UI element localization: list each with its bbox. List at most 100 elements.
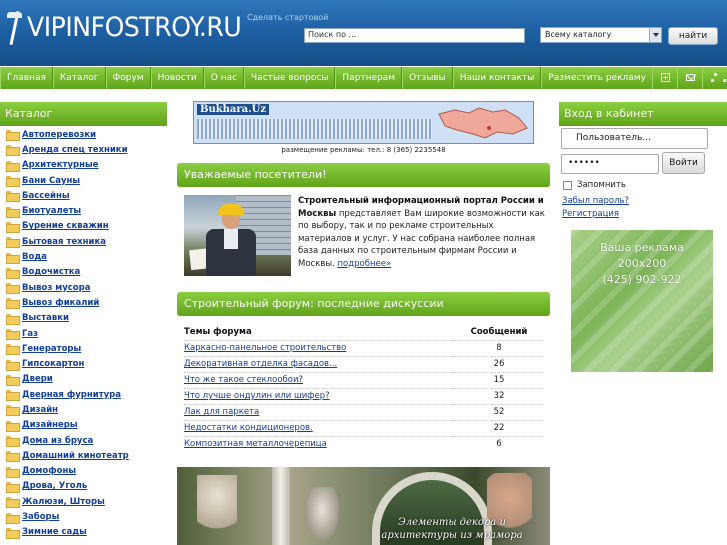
- nav-item-advertise[interactable]: Разместить рекламу: [541, 67, 653, 89]
- nav-item-about[interactable]: О нас: [203, 67, 245, 89]
- search-button[interactable]: найти: [668, 27, 718, 45]
- catalog-item-label[interactable]: Дверная фурнитура: [22, 390, 121, 400]
- forum-topic-link[interactable]: Что же такое стеклообои?: [184, 375, 303, 385]
- catalog-item-label[interactable]: Гипсокартон: [22, 359, 84, 369]
- catalog-item-label[interactable]: Вывоз фикалий: [22, 298, 99, 308]
- folder-icon: [6, 527, 20, 539]
- catalog-item[interactable]: Домашний кинотеатр: [0, 448, 167, 463]
- catalog-item-label[interactable]: Домашний кинотеатр: [22, 451, 129, 461]
- catalog-item-label[interactable]: Газ: [22, 329, 38, 339]
- catalog-item-label[interactable]: Вода: [22, 252, 47, 262]
- catalog-item-label[interactable]: Дрова, Уголь: [22, 481, 87, 491]
- folder-icon: [6, 221, 20, 233]
- catalog-item-label[interactable]: Генераторы: [22, 344, 81, 354]
- nav-item-home[interactable]: Главная: [0, 67, 53, 89]
- nav-item-contacts[interactable]: Наши контакты: [452, 67, 542, 89]
- make-start-page-link[interactable]: Сделать стартовой: [247, 13, 328, 22]
- catalog-item-label[interactable]: Вывоз мусора: [22, 283, 90, 293]
- catalog-item[interactable]: Дизайнеры: [0, 418, 167, 433]
- catalog-item[interactable]: Автоперевозки: [0, 127, 167, 142]
- catalog-item[interactable]: Дрова, Уголь: [0, 479, 167, 494]
- nav-item-faq[interactable]: Частые вопросы: [244, 67, 336, 89]
- nav-item-forum[interactable]: Форум: [105, 67, 151, 89]
- catalog-item[interactable]: Биотуалеты: [0, 203, 167, 218]
- catalog-item[interactable]: Дома из бруса: [0, 433, 167, 448]
- sitemap-icon[interactable]: [702, 67, 727, 89]
- forum-topic-link[interactable]: Недостатки кондиционеров.: [184, 423, 313, 433]
- catalog-item-label[interactable]: Дизайнеры: [22, 420, 78, 430]
- catalog-item[interactable]: Вывоз фикалий: [0, 295, 167, 310]
- search-scope-select[interactable]: Всему каталогу: [540, 27, 662, 43]
- catalog-item[interactable]: Бани Сауны: [0, 173, 167, 188]
- catalog-item-label[interactable]: Водочистка: [22, 267, 80, 277]
- remember-checkbox[interactable]: [563, 180, 572, 190]
- catalog-item-label[interactable]: Аренда спец техники: [22, 145, 128, 155]
- mail-icon[interactable]: [677, 67, 702, 89]
- catalog-item[interactable]: Архитектурные: [0, 158, 167, 173]
- folder-icon: [6, 252, 20, 264]
- catalog-item[interactable]: Дверная фурнитура: [0, 387, 167, 402]
- header: VIPINFOSTROY.RU Сделать стартовой Поиск …: [0, 0, 727, 66]
- forgot-password-link[interactable]: Забыл пароль?: [562, 196, 629, 206]
- catalog-item[interactable]: Выставки: [0, 311, 167, 326]
- catalog-item[interactable]: Вывоз мусора: [0, 280, 167, 295]
- catalog-item-label[interactable]: Жалюзи, Шторы: [22, 497, 105, 507]
- catalog-item-label[interactable]: Бани Сауны: [22, 176, 80, 186]
- catalog-item[interactable]: Водочистка: [0, 265, 167, 280]
- forum-topic-link[interactable]: Лак для паркета: [184, 407, 259, 417]
- login-button[interactable]: Войти: [662, 152, 705, 174]
- forum-topic-link[interactable]: Что лучше ондулин или шифер?: [184, 391, 330, 401]
- catalog-item-label[interactable]: Дизайн: [22, 405, 58, 415]
- password-input[interactable]: ••••••: [561, 154, 659, 174]
- forum-topic-link[interactable]: Композитная металлочерепица: [184, 439, 327, 449]
- catalog-item[interactable]: Аренда спец техники: [0, 142, 167, 157]
- folder-icon: [6, 160, 20, 172]
- catalog-item[interactable]: Дизайн: [0, 402, 167, 417]
- catalog-item-label[interactable]: Двери: [22, 374, 53, 384]
- catalog-item[interactable]: Двери: [0, 372, 167, 387]
- top-ad-banner[interactable]: Bukhara.Uz: [193, 101, 534, 144]
- catalog-item-label[interactable]: Архитектурные: [22, 160, 98, 170]
- catalog-item-label[interactable]: Биотуалеты: [22, 206, 81, 216]
- catalog-item-label[interactable]: Бытовая техника: [22, 237, 106, 247]
- nav-item-news[interactable]: Новости: [150, 67, 204, 89]
- builder-photo: [184, 195, 291, 276]
- catalog-item[interactable]: Гипсокартон: [0, 356, 167, 371]
- catalog-item[interactable]: Домофоны: [0, 464, 167, 479]
- username-input[interactable]: Пользователь...: [561, 128, 708, 149]
- catalog-item-label[interactable]: Автоперевозки: [22, 130, 96, 140]
- site-logo[interactable]: VIPINFOSTROY.RU: [4, 6, 257, 48]
- right-ad-banner[interactable]: Ваша реклама 200x200 (425) 902-922: [571, 230, 713, 372]
- catalog-item-label[interactable]: Бассейны: [22, 191, 70, 201]
- nav-item-partners[interactable]: Партнерам: [335, 67, 403, 89]
- catalog-item[interactable]: Заборы: [0, 509, 167, 524]
- nav-item-catalog[interactable]: Каталог: [52, 67, 106, 89]
- catalog-item-label[interactable]: Заборы: [22, 512, 59, 522]
- catalog-item[interactable]: Зимние сады: [0, 525, 167, 540]
- catalog-item[interactable]: Вода: [0, 249, 167, 264]
- marble-decor-banner[interactable]: Элементы декора и архитектуры из мрамора: [177, 467, 550, 545]
- catalog-item[interactable]: Бассейны: [0, 188, 167, 203]
- catalog-item-label[interactable]: Дома из бруса: [22, 436, 93, 446]
- catalog-item[interactable]: Бытовая техника: [0, 234, 167, 249]
- nav-item-reviews[interactable]: Отзывы: [402, 67, 453, 89]
- catalog-item[interactable]: Бурение скважин: [0, 219, 167, 234]
- forum-topic-link[interactable]: Декоративная отделка фасадов...: [184, 359, 337, 369]
- remember-me[interactable]: Запомнить: [563, 180, 626, 190]
- catalog-item-label[interactable]: Бурение скважин: [22, 221, 109, 231]
- add-bookmark-icon[interactable]: [652, 67, 677, 89]
- search-input[interactable]: Поиск по ...: [304, 28, 525, 43]
- catalog-item[interactable]: Газ: [0, 326, 167, 341]
- register-link[interactable]: Регистрация: [562, 209, 619, 219]
- login-title: Вход в кабинет: [559, 102, 727, 126]
- catalog-item-label[interactable]: Выставки: [22, 313, 69, 323]
- forum-topic-link[interactable]: Каркасно-панельное строительство: [184, 343, 346, 353]
- catalog-item-label[interactable]: Домофоны: [22, 466, 76, 476]
- remember-label: Запомнить: [577, 180, 626, 190]
- catalog-item-label[interactable]: Зимние сады: [22, 527, 87, 537]
- main-nav: Главная Каталог Форум Новости О нас Част…: [0, 67, 727, 89]
- folder-icon: [6, 497, 20, 509]
- catalog-item[interactable]: Жалюзи, Шторы: [0, 494, 167, 509]
- more-link[interactable]: подробнее»: [337, 259, 391, 269]
- catalog-item[interactable]: Генераторы: [0, 341, 167, 356]
